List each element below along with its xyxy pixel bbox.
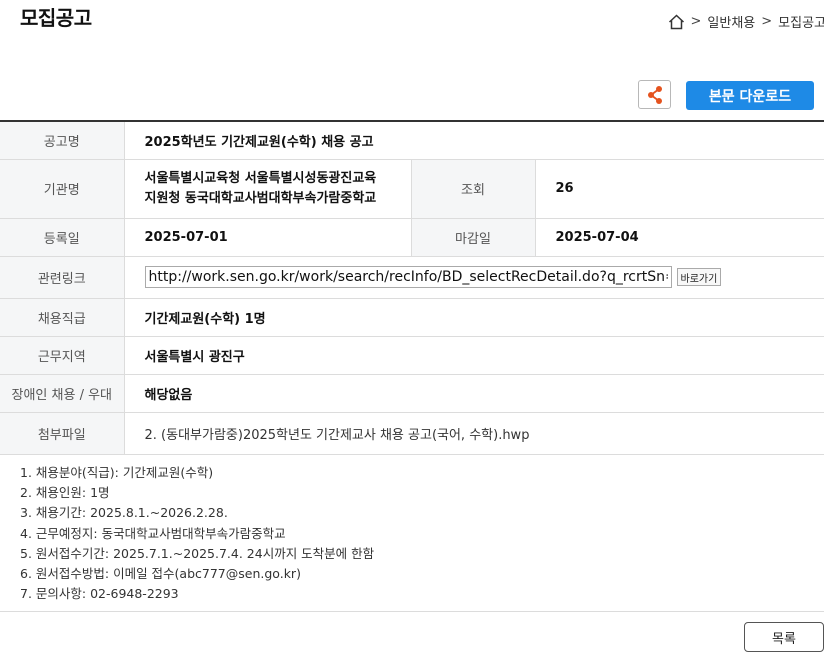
breadcrumb-separator: >	[690, 14, 702, 29]
download-body-button[interactable]: 본문 다운로드	[686, 81, 814, 110]
table-row: 공고명 2025학년도 기간제교원(수학) 채용 공고	[0, 121, 824, 160]
list-item: 3. 채용기간: 2025.8.1.~2026.2.28.	[20, 505, 228, 521]
organization-value-line2: 지원청 동국대학교사범대학부속가람중학교	[144, 190, 377, 206]
related-link-label: 관련링크	[0, 256, 125, 299]
breadcrumb-separator: >	[761, 14, 773, 29]
views-value: 26	[535, 159, 824, 219]
table-row: 채용직급 기간제교원(수학) 1명	[0, 298, 824, 337]
notice-name-value: 2025학년도 기간제교원(수학) 채용 공고	[124, 121, 824, 160]
breadcrumb-item-recruitment[interactable]: 모집공고	[778, 12, 824, 31]
breadcrumb-item-general-hiring[interactable]: 일반채용	[707, 12, 755, 31]
disability-hiring-label: 장애인 채용 / 우대	[0, 374, 125, 413]
share-icon	[647, 85, 662, 104]
recruitment-details: 1. 채용분야(직급): 기간제교원(수학) 2. 채용인원: 1명 3. 채용…	[20, 463, 374, 604]
attachment-label: 첨부파일	[0, 412, 125, 455]
list-button[interactable]: 목록	[744, 622, 824, 652]
table-row: 관련링크 바로가기	[0, 256, 824, 299]
attachment-link[interactable]: 2. (동대부가람중)2025학년도 기간제교사 채용 공고(국어, 수학).h…	[124, 412, 824, 455]
disability-hiring-value: 해당없음	[124, 374, 824, 413]
related-link-input[interactable]	[144, 266, 672, 288]
page-title: 모집공고	[20, 6, 92, 30]
organization-value-line1: 서울특별시교육청 서울특별시성동광진교육	[144, 170, 377, 186]
share-button[interactable]	[638, 80, 671, 109]
notice-info-table: 공고명 2025학년도 기간제교원(수학) 채용 공고 기관명 서울특별시교육청…	[0, 120, 824, 455]
views-label: 조회	[410, 159, 536, 219]
table-row: 첨부파일 2. (동대부가람중)2025학년도 기간제교사 채용 공고(국어, …	[0, 412, 824, 455]
registration-date-value: 2025-07-01	[124, 218, 411, 257]
breadcrumb: > 일반채용 > 모집공고	[668, 12, 824, 31]
table-row: 근무지역 서울특별시 광진구	[0, 336, 824, 375]
list-item: 2. 채용인원: 1명	[20, 485, 110, 501]
table-row: 등록일 2025-07-01 마감일 2025-07-04	[0, 218, 824, 257]
list-item: 5. 원서접수기간: 2025.7.1.~2025.7.4. 24시까지 도착분…	[20, 545, 375, 561]
list-item: 7. 문의사항: 02-6948-2293	[20, 586, 179, 602]
notice-name-label: 공고명	[0, 121, 125, 160]
go-to-link-button[interactable]: 바로가기	[676, 268, 722, 286]
work-location-value: 서울특별시 광진구	[124, 336, 824, 375]
position-label: 채용직급	[0, 298, 125, 337]
deadline-value: 2025-07-04	[535, 218, 824, 257]
list-item: 6. 원서접수방법: 이메일 접수(abc777@sen.go.kr)	[20, 566, 301, 582]
table-row: 장애인 채용 / 우대 해당없음	[0, 374, 824, 413]
organization-value: 서울특별시교육청 서울특별시성동광진교육 지원청 동국대학교사범대학부속가람중학…	[124, 159, 411, 219]
deadline-label: 마감일	[410, 218, 536, 257]
list-item: 1. 채용분야(직급): 기간제교원(수학)	[20, 465, 214, 480]
registration-date-label: 등록일	[0, 218, 125, 257]
work-location-label: 근무지역	[0, 336, 125, 375]
list-item: 4. 근무예정지: 동국대학교사범대학부속가람중학교	[20, 525, 286, 541]
related-link-cell: 바로가기	[124, 256, 824, 299]
table-row: 기관명 서울특별시교육청 서울특별시성동광진교육 지원청 동국대학교사범대학부속…	[0, 159, 824, 219]
home-icon[interactable]	[668, 13, 685, 30]
organization-label: 기관명	[0, 159, 125, 219]
footer-divider	[0, 611, 824, 612]
position-value: 기간제교원(수학) 1명	[124, 298, 824, 337]
